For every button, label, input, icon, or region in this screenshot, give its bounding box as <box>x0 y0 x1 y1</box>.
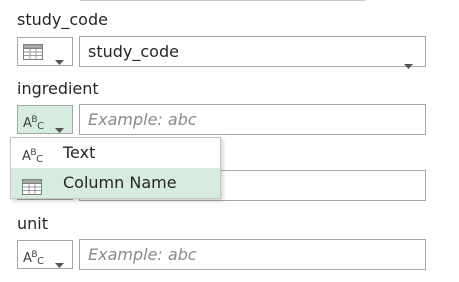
menu-item-label: Text <box>63 143 96 162</box>
abc-icon: ABC <box>23 115 44 132</box>
menu-item-text[interactable]: ABC Text <box>11 138 220 168</box>
chevron-down-icon <box>55 253 64 272</box>
table-icon <box>23 44 43 64</box>
unit-input[interactable]: Example: abc <box>79 239 426 270</box>
chevron-down-icon <box>55 50 64 69</box>
chevron-down-icon <box>404 49 413 78</box>
field-label-ingredient: ingredient <box>17 79 99 98</box>
menu-item-label: Column Name <box>63 173 177 192</box>
abc-icon: ABC <box>23 250 44 267</box>
chevron-down-icon <box>55 118 64 137</box>
top-divider <box>80 0 365 1</box>
type-selector-ingredient[interactable]: ABC <box>17 105 73 134</box>
type-selector-unit[interactable]: ABC <box>17 240 73 269</box>
field-label-study-code: study_code <box>17 10 108 29</box>
ingredient-input[interactable]: Example: abc <box>79 104 426 135</box>
type-selector-study-code[interactable] <box>17 37 73 66</box>
type-dropdown-menu: ABC Text Column Name <box>10 137 221 199</box>
study-code-value: study_code <box>88 42 179 61</box>
abc-icon: ABC <box>22 148 43 165</box>
field-label-unit: unit <box>17 214 48 233</box>
menu-item-column-name[interactable]: Column Name <box>11 168 220 198</box>
study-code-dropdown[interactable]: study_code <box>79 36 426 69</box>
table-icon <box>22 175 42 205</box>
